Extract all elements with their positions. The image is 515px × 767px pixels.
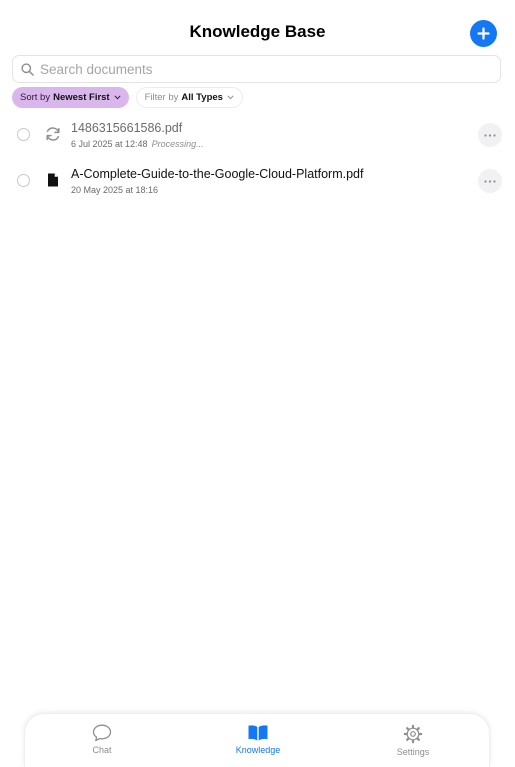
tab-settings[interactable]: Settings [363,724,463,757]
sort-value: Newest First [53,92,110,103]
status-text: Processing... [151,139,204,149]
document-name: A-Complete-Guide-to-the-Google-Cloud-Pla… [71,167,364,181]
search-input[interactable] [40,61,480,77]
tab-bar: Chat Knowledge Settings [24,713,490,767]
filter-prefix: Filter by [144,92,179,103]
document-meta: 6 Jul 2025 at 12:48 Processing... [71,139,204,149]
document-name: 1486315661586.pdf [71,121,183,135]
tab-knowledge[interactable]: Knowledge [208,724,308,755]
document-date: 20 May 2025 at 18:16 [71,185,159,195]
ellipsis-icon [484,133,496,137]
document-row[interactable]: 1486315661586.pdf 6 Jul 2025 at 12:48 Pro… [0,115,515,155]
document-row[interactable]: A-Complete-Guide-to-the-Google-Cloud-Pla… [0,161,515,201]
sync-icon [44,125,62,143]
more-button[interactable] [478,123,502,147]
chevron-down-icon [227,95,234,100]
tab-chat[interactable]: Chat [52,724,152,755]
magnifier-icon [21,62,34,76]
chat-bubble-icon [92,724,112,742]
filter-value: All Types [181,92,223,103]
search-bar[interactable] [12,55,501,83]
select-radio[interactable] [17,128,30,141]
plus-icon [477,27,490,40]
tab-label: Chat [92,745,112,755]
document-date: 6 Jul 2025 at 12:48 [71,139,148,149]
tab-label: Knowledge [235,745,281,755]
more-button[interactable] [478,169,502,193]
document-icon [47,173,59,187]
header: Knowledge Base [0,0,515,52]
add-document-button[interactable] [470,20,497,47]
page-title: Knowledge Base [189,22,326,41]
tab-label: Settings [396,747,430,757]
book-icon [248,725,268,741]
chevron-down-icon [114,95,121,100]
ellipsis-icon [484,179,496,183]
sort-prefix: Sort by [20,92,51,103]
gear-icon [403,724,423,744]
sort-button[interactable]: Sort by Newest First [12,87,129,108]
sort-filter-bar: Sort by Newest First Filter by All Types [12,87,243,108]
filter-button[interactable]: Filter by All Types [135,87,243,108]
select-radio[interactable] [17,174,30,187]
document-meta: 20 May 2025 at 18:16 [71,185,158,195]
